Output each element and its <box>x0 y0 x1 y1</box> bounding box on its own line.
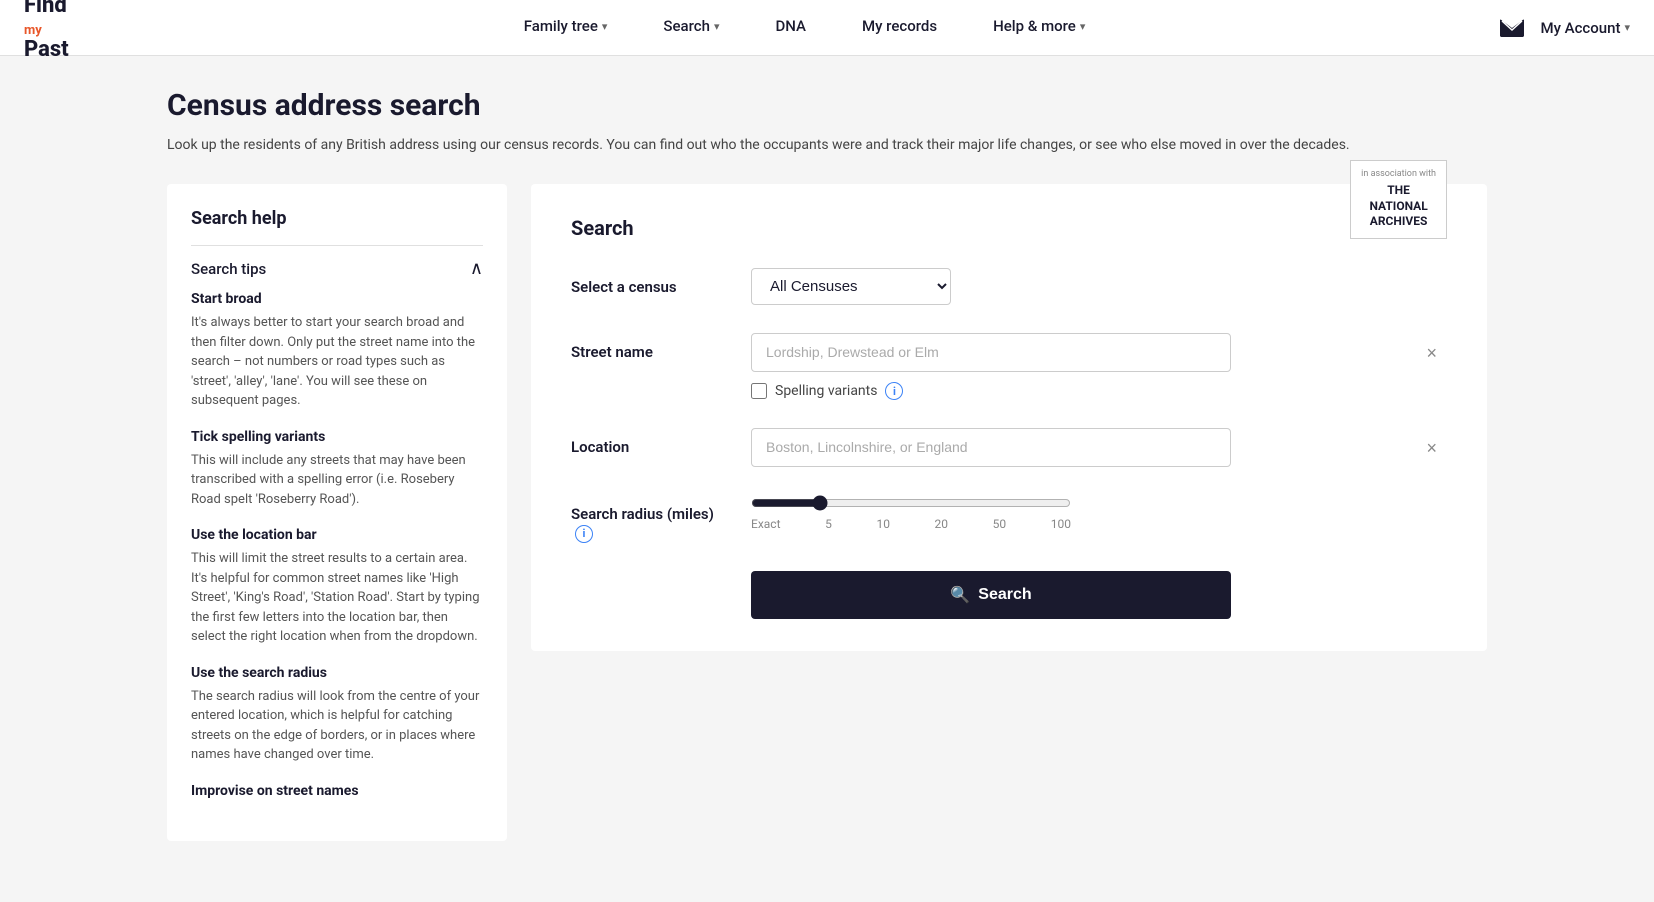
tip-text: It's always better to start your search … <box>191 313 483 411</box>
search-chevron-icon: ▾ <box>714 20 720 33</box>
location-row: Location × <box>571 428 1447 467</box>
logo-find: Find <box>24 0 69 17</box>
street-name-clear-button[interactable]: × <box>1426 344 1437 362</box>
radius-row: Search radius (miles) i Exact5102050100 <box>571 495 1447 543</box>
tip-text: The search radius will look from the cen… <box>191 687 483 765</box>
tip-section: Start broad It's always better to start y… <box>191 291 483 411</box>
tip-heading: Tick spelling variants <box>191 429 483 445</box>
nav-family-tree[interactable]: Family tree ▾ <box>496 0 636 56</box>
logo-my: my <box>24 23 42 38</box>
street-name-row: Street name × Spelling variants i <box>571 333 1447 400</box>
search-button-icon: 🔍 <box>950 585 970 605</box>
street-name-input[interactable] <box>751 333 1231 372</box>
nav-my-records[interactable]: My records <box>834 0 965 56</box>
location-input-wrapper: × <box>751 428 1447 467</box>
search-button-row: 🔍 Search <box>571 571 1447 619</box>
search-help-panel: Search help Search tips ∧ Start broad It'… <box>167 184 507 841</box>
help-chevron-icon: ▾ <box>1080 20 1086 33</box>
page-header: Census address search Look up the reside… <box>167 88 1487 156</box>
spelling-variants-info-icon[interactable]: i <box>885 382 903 400</box>
search-form-panel: Search Select a census All Censuses18411… <box>531 184 1487 651</box>
association-label: in association with <box>1361 169 1436 179</box>
location-label: Location <box>571 428 731 456</box>
nav-help-more[interactable]: Help & more ▾ <box>965 0 1113 56</box>
radius-slider-container: Exact5102050100 <box>751 495 1071 531</box>
tip-heading: Use the location bar <box>191 527 483 543</box>
census-controls: All Censuses1841185118611871188118911901… <box>751 268 1447 305</box>
spelling-variants-row: Spelling variants i <box>751 382 1447 400</box>
tip-section: Use the search radius The search radius w… <box>191 665 483 765</box>
street-name-label: Street name <box>571 333 731 361</box>
location-controls: × <box>751 428 1447 467</box>
mail-icon[interactable] <box>1500 19 1524 37</box>
search-tips-label: Search tips <box>191 260 266 278</box>
nav-search[interactable]: Search ▾ <box>635 0 747 56</box>
page-title: Census address search <box>167 88 1487 123</box>
tna-logo: THE NATIONAL ARCHIVES <box>1361 183 1436 230</box>
tip-section: Tick spelling variants This will include … <box>191 429 483 510</box>
search-button[interactable]: 🔍 Search <box>751 571 1231 619</box>
search-button-label: Search <box>978 586 1031 604</box>
nav-dna[interactable]: DNA <box>747 0 834 56</box>
tip-heading: Improvise on street names <box>191 783 483 799</box>
census-select[interactable]: All Censuses1841185118611871188118911901… <box>751 268 951 305</box>
tip-text: This will include any streets that may h… <box>191 451 483 510</box>
nav-right: My Account ▾ <box>1500 19 1630 37</box>
tips-container: Start broad It's always better to start y… <box>191 291 483 799</box>
family-tree-chevron-icon: ▾ <box>602 20 608 33</box>
nav-links: Family tree ▾ Search ▾ DNA My records He… <box>109 0 1501 56</box>
radius-info-icon[interactable]: i <box>575 525 593 543</box>
street-name-input-wrapper: × <box>751 333 1447 372</box>
association-logo: in association with THE NATIONAL ARCHIVE… <box>1350 160 1447 239</box>
logo-past: Past <box>24 39 69 61</box>
census-dropdown[interactable]: All Censuses1841185118611871188118911901… <box>751 268 951 305</box>
location-clear-button[interactable]: × <box>1426 439 1437 457</box>
tip-section: Use the location bar This will limit the … <box>191 527 483 647</box>
form-section-title: Search <box>571 216 1447 240</box>
tip-section: Improvise on street names <box>191 783 483 799</box>
slider-labels: Exact5102050100 <box>751 517 1071 531</box>
census-label: Select a census <box>571 268 731 296</box>
radius-label: Search radius (miles) i <box>571 495 731 543</box>
tip-heading: Use the search radius <box>191 665 483 681</box>
tips-chevron-up-icon: ∧ <box>470 258 483 279</box>
tip-text: This will limit the street results to a … <box>191 549 483 647</box>
spelling-variants-checkbox[interactable] <box>751 383 767 399</box>
main-layout: Search help Search tips ∧ Start broad It'… <box>167 184 1487 841</box>
location-input[interactable] <box>751 428 1231 467</box>
site-logo[interactable]: Find my Past <box>24 0 69 61</box>
main-nav: Find my Past Family tree ▾ Search ▾ DNA … <box>0 0 1654 56</box>
account-chevron-icon: ▾ <box>1624 21 1630 34</box>
search-tips-toggle[interactable]: Search tips ∧ <box>191 245 483 291</box>
street-name-controls: × Spelling variants i <box>751 333 1447 400</box>
page-subtitle: Look up the residents of any British add… <box>167 135 1487 156</box>
tip-heading: Start broad <box>191 291 483 307</box>
search-help-title: Search help <box>191 208 483 229</box>
census-row: Select a census All Censuses184118511861… <box>571 268 1447 305</box>
my-account-button[interactable]: My Account ▾ <box>1540 19 1630 37</box>
radius-controls: Exact5102050100 <box>751 495 1447 531</box>
radius-slider[interactable] <box>751 495 1071 511</box>
spelling-variants-label: Spelling variants <box>775 383 877 399</box>
